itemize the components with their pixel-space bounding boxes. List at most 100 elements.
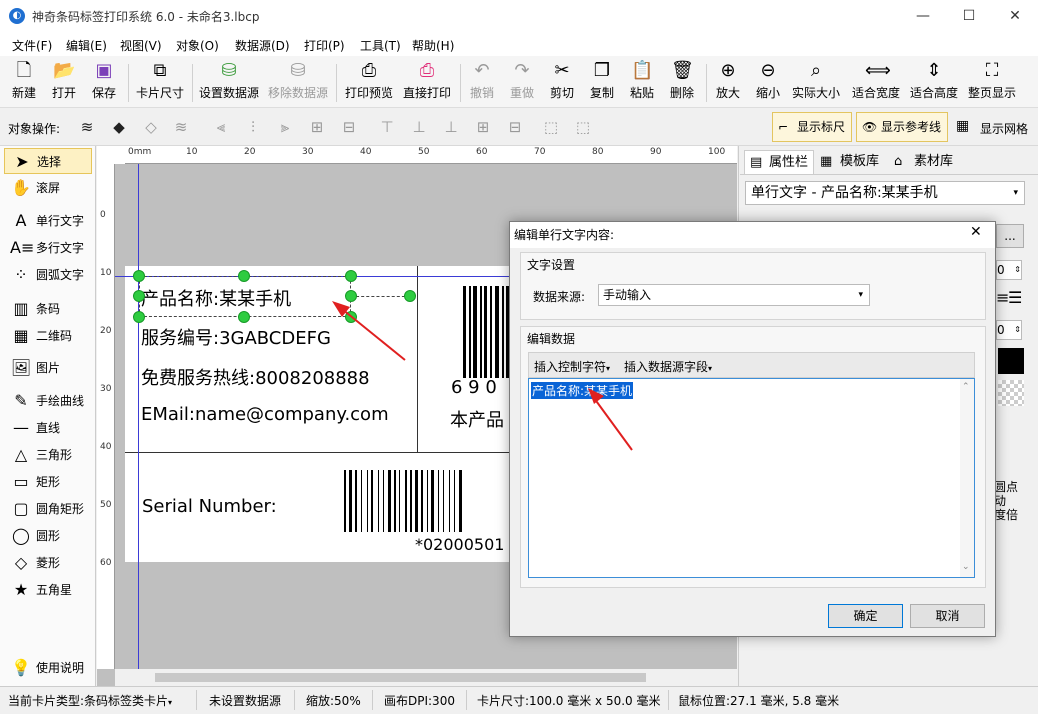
tool-circle[interactable]: ◯ 圆形 <box>4 523 92 549</box>
tab-properties[interactable]: ▤ 属性栏 <box>744 150 814 174</box>
align-center-icon[interactable]: ⫶ <box>244 118 262 136</box>
label-hotline[interactable]: 免费服务热线:8008208888 <box>141 364 370 390</box>
distribute-h-icon[interactable]: ⊞ <box>308 118 326 136</box>
actual-size-button[interactable]: ⌕ 实际大小 <box>790 60 842 104</box>
tool-multi-text[interactable]: A≡ 多行文字 <box>4 235 92 261</box>
group-icon[interactable]: ⬚ <box>542 118 560 136</box>
fit-width-button[interactable]: ⟺ 适合宽度 <box>850 60 902 104</box>
direct-print-button[interactable]: ⎙ 直接打印 <box>400 60 454 104</box>
copy-button[interactable]: ❐ 复制 <box>586 60 618 104</box>
menu-help[interactable]: 帮助(H) <box>412 37 454 54</box>
spin-input-2[interactable]: 0 ⇕ <box>996 320 1022 340</box>
undo-button[interactable]: ↶ 撤销 <box>466 60 498 104</box>
fit-height-button[interactable]: ⇕ 适合高度 <box>908 60 960 104</box>
show-guides-toggle[interactable]: 👁 显示参考线 <box>856 112 949 142</box>
resize-handle[interactable] <box>133 290 145 302</box>
resize-handle[interactable] <box>133 270 145 282</box>
bring-to-front-icon[interactable]: ≋ <box>78 118 96 136</box>
menu-print[interactable]: 打印(P) <box>304 37 345 54</box>
more-button[interactable]: ... <box>996 224 1024 248</box>
scrollbar-thumb[interactable] <box>155 673 646 682</box>
scroll-up-icon[interactable]: ⌃ <box>962 382 970 392</box>
textarea-scrollbar[interactable] <box>960 379 974 577</box>
tool-qrcode[interactable]: ▦ 二维码 <box>4 323 92 349</box>
menu-view[interactable]: 视图(V) <box>120 37 162 54</box>
tab-templates[interactable]: ▦ 模板库 <box>816 150 888 174</box>
align-left-icon[interactable]: ⫷ <box>212 118 230 136</box>
barcode-2[interactable] <box>342 470 510 532</box>
tool-freehand[interactable]: ✎ 手绘曲线 <box>4 388 92 414</box>
tool-select[interactable]: ➤ 选择 <box>4 148 92 174</box>
paste-button[interactable]: 📋 粘贴 <box>626 60 658 104</box>
delete-button[interactable]: 🗑 删除 <box>666 60 698 104</box>
set-datasource-button[interactable]: ⛁ 设置数据源 <box>198 60 260 104</box>
close-button[interactable]: ✕ <box>992 0 1038 32</box>
center-v-icon[interactable]: ⊟ <box>506 118 524 136</box>
menu-object[interactable]: 对象(O) <box>176 37 219 54</box>
cut-button[interactable]: ✂ 剪切 <box>546 60 578 104</box>
show-grid-toggle[interactable]: 显示网格 <box>980 120 1028 137</box>
zoom-in-button[interactable]: ⊕ 放大 <box>712 60 744 104</box>
resize-handle[interactable] <box>238 270 250 282</box>
menu-tools[interactable]: 工具(T) <box>360 37 401 54</box>
justify-text-icon[interactable]: ☰ <box>1008 288 1022 307</box>
tool-triangle[interactable]: △ 三角形 <box>4 442 92 468</box>
dialog-close-icon[interactable]: ✕ <box>970 224 982 240</box>
print-preview-button[interactable]: ⎙ 打印预览 <box>342 60 396 104</box>
tool-rounded-rect[interactable]: ▢ 圆角矩形 <box>4 496 92 522</box>
resize-handle[interactable] <box>133 311 145 323</box>
help-button[interactable]: 💡 使用说明 <box>4 655 92 681</box>
bring-forward-icon[interactable]: ◆ <box>110 118 128 136</box>
tool-single-text[interactable]: A 单行文字 <box>4 208 92 234</box>
ok-button[interactable]: 确定 <box>828 604 903 628</box>
color-swatch-black[interactable] <box>998 348 1024 374</box>
align-right-icon[interactable]: ⫸ <box>276 118 294 136</box>
fit-page-button[interactable]: ⛶ 整页显示 <box>966 60 1018 104</box>
color-swatch-transparent[interactable] <box>998 380 1024 406</box>
resize-handle[interactable] <box>345 270 357 282</box>
send-backward-icon[interactable]: ◇ <box>142 118 160 136</box>
spin-input-1[interactable]: 0 ⇕ <box>996 260 1022 280</box>
align-bottom-icon[interactable]: ⊥ <box>442 118 460 136</box>
redo-button[interactable]: ↷ 重做 <box>506 60 538 104</box>
ungroup-icon[interactable]: ⬚ <box>574 118 592 136</box>
align-middle-icon[interactable]: ⊥ <box>410 118 428 136</box>
open-button[interactable]: 📂 打开 <box>46 60 82 104</box>
label-email[interactable]: EMail:name@company.com <box>141 404 389 425</box>
menu-edit[interactable]: 编辑(E) <box>66 37 107 54</box>
insert-field-button[interactable]: 插入数据源字段▾ <box>624 358 712 375</box>
align-top-icon[interactable]: ⊤ <box>378 118 396 136</box>
distribute-v-icon[interactable]: ⊞ <box>474 118 492 136</box>
zoom-out-button[interactable]: ⊖ 缩小 <box>752 60 784 104</box>
center-h-icon[interactable]: ⊟ <box>340 118 358 136</box>
show-ruler-toggle[interactable]: ⌐ 显示标尺 <box>772 112 853 142</box>
save-button[interactable]: ▣ 保存 <box>86 60 122 104</box>
tool-scroll[interactable]: ✋ 滚屏 <box>4 175 92 201</box>
menu-file[interactable]: 文件(F) <box>12 37 52 54</box>
object-selector[interactable]: 单行文字 - 产品名称:某某手机 ▾ <box>745 181 1025 205</box>
tab-assets[interactable]: ⌂ 素材库 <box>890 150 960 174</box>
resize-handle[interactable] <box>238 311 250 323</box>
datasource-select[interactable]: 手动输入 ▾ <box>598 284 870 306</box>
barcode-1[interactable] <box>455 286 510 378</box>
tool-line[interactable]: — 直线 <box>4 415 92 441</box>
scroll-down-icon[interactable]: ⌄ <box>962 562 970 572</box>
tool-image[interactable]: 🖼 图片 <box>4 355 92 381</box>
tool-barcode[interactable]: ▥ 条码 <box>4 296 92 322</box>
menu-datasource[interactable]: 数据源(D) <box>235 37 290 54</box>
insert-control-button[interactable]: 插入控制字符▾ <box>534 358 610 375</box>
card-size-button[interactable]: ⧉ 卡片尺寸 <box>134 60 186 104</box>
tool-diamond[interactable]: ◇ 菱形 <box>4 550 92 576</box>
minimize-button[interactable]: — <box>900 0 946 32</box>
tool-arc-text[interactable]: ⁘ 圆弧文字 <box>4 262 92 288</box>
status-card-type[interactable]: 当前卡片类型:条码标签类卡片▾ <box>8 692 172 709</box>
new-button[interactable]: 🗋 新建 <box>6 60 42 104</box>
tool-star[interactable]: ★ 五角星 <box>4 577 92 603</box>
label-service-no[interactable]: 服务编号:3GABCDEFG <box>141 324 331 350</box>
label-serial[interactable]: Serial Number: <box>142 496 277 517</box>
maximize-button[interactable]: ☐ <box>946 0 992 32</box>
tool-rectangle[interactable]: ▭ 矩形 <box>4 469 92 495</box>
remove-datasource-button[interactable]: ⛁ 移除数据源 <box>266 60 330 104</box>
cancel-button[interactable]: 取消 <box>910 604 985 628</box>
send-to-back-icon[interactable]: ≋ <box>172 118 190 136</box>
